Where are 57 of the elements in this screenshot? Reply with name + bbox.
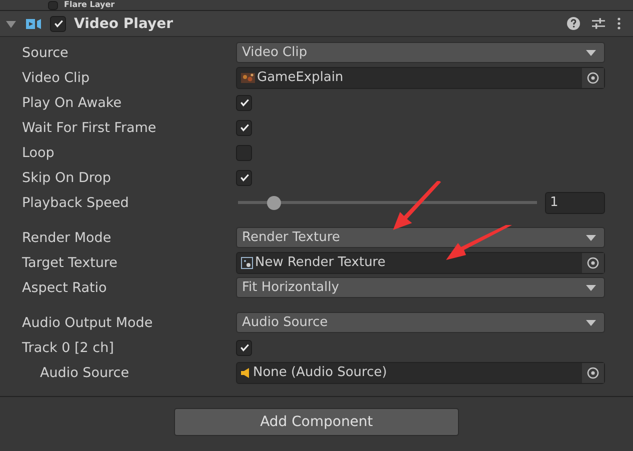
check-icon [238, 122, 250, 133]
more-options-icon[interactable] [617, 17, 621, 30]
property-label: Source [21, 44, 70, 60]
dropdown-field[interactable]: Render Texture [236, 227, 605, 248]
property-label: Audio Source [39, 364, 130, 380]
speaker-icon [241, 366, 251, 378]
component-checkbox[interactable] [50, 16, 66, 32]
settings-sliders-icon[interactable] [592, 17, 605, 30]
object-field[interactable]: New Render Texture [236, 252, 605, 274]
object-field[interactable]: None (Audio Source) [236, 362, 605, 384]
component-checkbox[interactable] [48, 0, 58, 10]
object-picker-button[interactable] [582, 68, 604, 88]
object-field[interactable]: GameExplain [236, 66, 605, 88]
number-input-field[interactable]: 1 [545, 192, 605, 214]
dropdown-field[interactable]: Video Clip [236, 42, 605, 63]
video-camera-icon [26, 18, 42, 30]
check-icon [238, 342, 250, 353]
property-checkbox[interactable] [236, 94, 252, 110]
property-label: Aspect Ratio [21, 280, 108, 296]
property-label: Track 0 [2 ch] [21, 340, 115, 356]
check-icon [238, 172, 250, 183]
help-icon[interactable] [567, 17, 580, 30]
texture-icon [241, 256, 253, 268]
annotation-arrow [393, 181, 443, 231]
annotation-arrow [446, 225, 512, 261]
foldout-triangle-icon[interactable] [6, 18, 16, 28]
dropdown-arrow-icon [586, 234, 596, 240]
target-icon [587, 366, 599, 378]
slider-thumb[interactable] [266, 196, 281, 210]
property-label: Playback Speed [21, 194, 130, 210]
property-label: Play On Awake [21, 94, 123, 110]
property-label: Skip On Drop [21, 170, 112, 186]
property-checkbox[interactable] [236, 144, 252, 160]
object-picker-button[interactable] [582, 252, 604, 272]
target-icon [587, 256, 599, 268]
dropdown-field[interactable]: Audio Source [236, 312, 605, 333]
target-icon [587, 72, 599, 84]
property-label: Target Texture [21, 254, 118, 270]
dropdown-arrow-icon [586, 284, 596, 290]
property-label: Render Mode [21, 230, 112, 246]
add-component-button[interactable]: Add Component [174, 408, 459, 436]
property-checkbox[interactable] [236, 170, 252, 186]
dropdown-arrow-icon [586, 320, 596, 326]
dropdown-field[interactable]: Fit Horizontally [236, 277, 605, 298]
property-label: Wait For First Frame [21, 120, 158, 136]
object-picker-button[interactable] [582, 362, 604, 382]
property-label: Video Clip [21, 70, 91, 86]
component-title: Video Player [74, 16, 173, 32]
property-checkbox[interactable] [236, 120, 252, 136]
property-label: Audio Output Mode [21, 314, 154, 330]
component-title: Flare Layer [64, 0, 115, 10]
property-label: Loop [21, 144, 56, 160]
check-icon [238, 97, 250, 108]
check-icon [52, 18, 64, 29]
video-clip-icon [241, 72, 255, 84]
dropdown-arrow-icon [586, 50, 596, 56]
property-checkbox[interactable] [236, 340, 252, 356]
